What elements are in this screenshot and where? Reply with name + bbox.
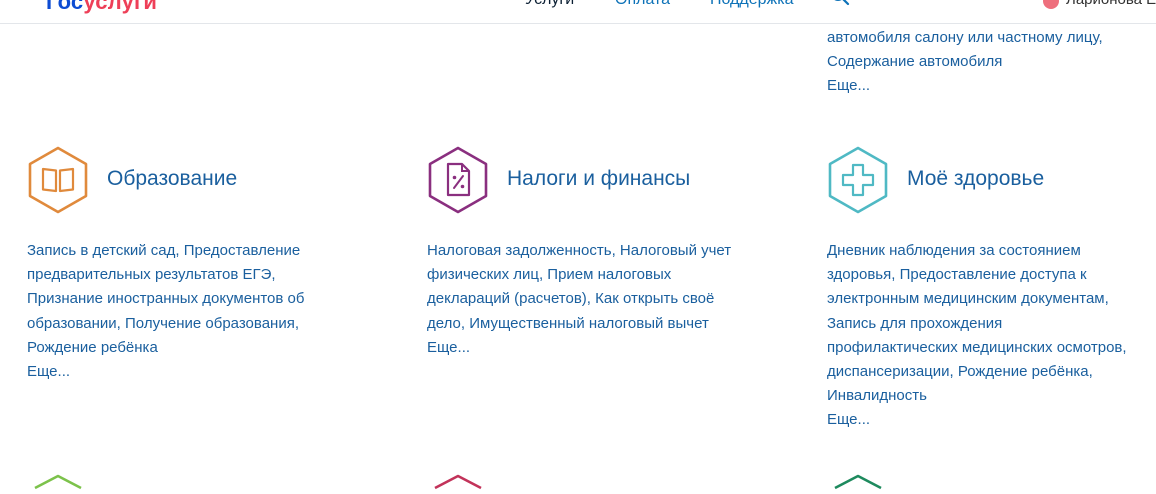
more-link[interactable]: Еще... (427, 336, 731, 360)
category-title[interactable]: Моё здоровье (907, 167, 1044, 191)
more-link[interactable]: Еще... (827, 74, 1147, 98)
gosuslugi-logo[interactable]: Госуслуги (46, 0, 157, 15)
category-title[interactable]: Образование (107, 167, 237, 191)
category-title[interactable]: Налоги и финансы (507, 167, 690, 191)
category-icon-partial[interactable] (833, 474, 883, 494)
tax-document-icon[interactable] (427, 146, 489, 214)
service-links[interactable]: Запись в детский сад, Предоставление пре… (27, 242, 304, 356)
avatar[interactable] (1043, 0, 1059, 9)
category-description: Налоговая задолженность, Налоговый учет … (427, 239, 731, 360)
service-link[interactable]: автомобиля салону или частному лицу, (827, 26, 1147, 50)
service-link[interactable]: Содержание автомобиля (827, 50, 1147, 74)
nav-services[interactable]: Услуги (525, 0, 574, 9)
nav-support[interactable]: Поддержка (710, 0, 793, 9)
service-links[interactable]: Дневник наблюдения за состоянием здоровь… (827, 242, 1127, 404)
top-header: Госуслуги Услуги Оплата Поддержка Ларион… (0, 0, 1156, 24)
category-description: Дневник наблюдения за состоянием здоровь… (827, 239, 1127, 432)
book-icon[interactable] (27, 146, 89, 214)
category-icon-partial[interactable] (433, 474, 483, 494)
more-link[interactable]: Еще... (827, 408, 1127, 432)
service-links[interactable]: Налоговая задолженность, Налоговый учет … (427, 242, 731, 332)
medical-cross-icon[interactable] (827, 146, 889, 214)
nav-payment[interactable]: Оплата (615, 0, 670, 9)
search-icon[interactable] (830, 0, 850, 12)
category-icon-partial[interactable] (33, 474, 83, 494)
user-name[interactable]: Ларионова Е. (1066, 0, 1156, 8)
more-link[interactable]: Еще... (27, 360, 304, 384)
category-description: Запись в детский сад, Предоставление пре… (27, 239, 304, 384)
previous-category-continuation: автомобиля салону или частному лицу, Сод… (827, 26, 1147, 98)
